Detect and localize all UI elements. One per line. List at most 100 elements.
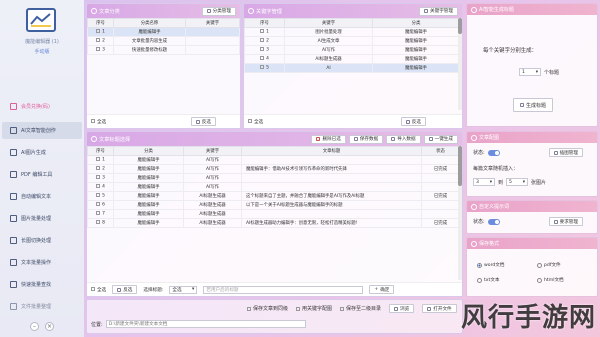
image-config-header: 文章配图 (467, 132, 597, 143)
long-image-icon (10, 237, 17, 244)
keyword-manage-button[interactable]: 关键字管理 (419, 6, 458, 16)
article-icon (10, 127, 17, 134)
table-row[interactable]: 4 AI标题生成器 魔能编辑手 (244, 54, 460, 64)
invert-icon (117, 287, 122, 292)
sidebar-item-ai-article[interactable]: AI文章智能创作 (2, 122, 82, 139)
table-row[interactable]: 3 AI写作 魔能编辑手 (244, 45, 460, 55)
image-to-select[interactable]: 5 ▾ (506, 178, 529, 186)
plus-icon: + (374, 287, 379, 292)
save-format-box: 保存格式 word文档 pdf文件 txt文本 html文档 (466, 237, 598, 297)
path-input[interactable]: D:\新建文件夹\新建文本文档 (105, 320, 306, 328)
title-filter-input[interactable]: 若用户后的标题 (203, 285, 364, 294)
generate-title-button[interactable]: 生成标题 (513, 98, 553, 112)
table-row[interactable]: 3 魔能编辑手 AI写作 (87, 173, 460, 183)
title-scrollbar[interactable] (458, 146, 462, 280)
open-icon (427, 306, 432, 311)
prompt-toggle[interactable] (487, 218, 500, 225)
prompt-icon (471, 203, 477, 210)
insert-label: 每篇文章随机插入： (473, 166, 519, 172)
path-label: 位置: (91, 321, 103, 328)
format-pdf-radio[interactable]: pdf文件 (537, 262, 597, 268)
pdf-icon (10, 171, 17, 178)
sidebar-item-long-image[interactable]: 长图切换处理 (2, 232, 82, 249)
table-row[interactable]: 5 魔能编辑手 AI标题生成器 这个标题来自了主题，并融合了魔能编辑手是AI写作及AI… (87, 191, 460, 201)
format-html-radio[interactable]: html文档 (537, 277, 597, 283)
sidebar-item-quick-find[interactable]: 快速批量查找 (2, 276, 82, 293)
save-format-header: 保存格式 (467, 238, 597, 249)
prompt-manage-button[interactable]: 要求管理 (548, 217, 583, 226)
save-data-button[interactable]: 保存数据 (348, 134, 384, 144)
import-data-button[interactable]: 导入数据 (386, 134, 421, 144)
table-row[interactable]: 2 AI生成文章 魔能编辑手 (244, 36, 460, 46)
folder-icon (394, 306, 399, 311)
app-window: 魔能编辑器 (1) 手动版 会员兑换(码) AI文章智能创作 AI图片生成 PD… (0, 0, 600, 337)
browse-button[interactable]: 浏览 (389, 304, 415, 313)
manage-icon (424, 9, 429, 13)
per-keyword-label: 每个关键字分别生成： (483, 48, 537, 54)
sidebar-item-image-batch[interactable]: 图片批量处理 (2, 210, 82, 227)
sidebar-item-member[interactable]: 会员兑换(码) (2, 98, 82, 115)
table-row[interactable]: 5 AI 魔能编辑手 (244, 63, 460, 73)
title-select-all[interactable]: 全选 (91, 287, 106, 293)
invert-icon (405, 119, 410, 124)
delete-selected-button[interactable]: 删除已选 (311, 134, 346, 144)
category-manage-button[interactable]: 分类管理 (201, 6, 236, 16)
image-manage-button[interactable]: 插图管理 (548, 148, 583, 157)
keyword-icon (248, 8, 254, 14)
image-icon (471, 134, 477, 141)
table-row[interactable]: 7 魔能编辑手 AI标题生成器 (87, 209, 460, 219)
confirm-button[interactable]: + 确定 (369, 285, 395, 294)
robot-icon (471, 6, 477, 13)
image-from-select[interactable]: 3 ▾ (473, 178, 495, 186)
table-row[interactable]: 6 魔能编辑手 AI标题生成器 以下是一个关于AI标题生成器与魔能编辑手的标题 (87, 200, 460, 210)
table-row[interactable]: 4 魔能编辑手 AI写作 (87, 182, 460, 192)
table-row[interactable]: 1 图片批量处理 魔能编辑手 (244, 27, 460, 37)
output-bar: 保存文章到同级 用关键字配图 保存至二级目录 浏览 打开文件 位置: D:\新建… (86, 299, 463, 334)
choose-title-select[interactable]: 全选 ▾ (169, 285, 198, 294)
category-panel: 文章分类 分类管理 序号 分类名称 关键字 1 魔能编辑手 2 文章批量内容生成 3… (86, 3, 241, 129)
sidebar: 魔能编辑器 (1) 手动版 会员兑换(码) AI文章智能创作 AI图片生成 PD… (0, 0, 84, 337)
keyword-invert-button[interactable]: 反选 (400, 117, 426, 126)
option-save-subdir[interactable]: 保存至二级目录 (340, 305, 381, 312)
folder-icon (10, 303, 17, 310)
sidebar-item-file-sort[interactable]: 文件批量整理 (2, 298, 82, 315)
title-count-select[interactable]: 1 ▾ (519, 68, 541, 76)
title-panel-header: 文章标题选择 删除已选 保存数据 导入数据 一键生成 (87, 132, 462, 146)
manage-icon (206, 9, 211, 13)
keyword-table: 序号 关键字 分类 1 图片批量处理 魔能编辑手 2 AI生成文章 魔能编辑手 3 AI写… (244, 18, 460, 73)
keyword-select-all[interactable]: 全选 (248, 119, 263, 125)
prompt-config-box: 自定义提示词 状态: 要求管理 (466, 200, 598, 234)
sidebar-item-auto-text[interactable]: 自动编辑文本 (2, 188, 82, 205)
table-row[interactable]: 2 文章批量内容生成 (87, 36, 240, 46)
table-row[interactable]: 8 魔能编辑手 AI标题生成器 AI标题生成器助力编辑手：创意无限，轻松打造精美标题!… (87, 218, 460, 228)
table-row[interactable]: 3 快速批量修改标题 (87, 45, 240, 55)
generate-all-button[interactable]: 一键生成 (423, 134, 458, 144)
import-icon (391, 137, 396, 141)
text-icon (10, 193, 17, 200)
table-row[interactable]: 1 魔能编辑手 AI写作 (87, 155, 460, 165)
keyword-footer: 全选 反选 (244, 114, 462, 128)
chevron-down-icon: ▾ (192, 287, 195, 292)
sidebar-item-ai-image[interactable]: AI图片生成 (2, 144, 82, 161)
option-save-same-level[interactable]: 保存文章到同级 (247, 305, 288, 312)
sidebar-footer: – × (0, 322, 84, 331)
category-invert-button[interactable]: 反选 (190, 117, 216, 126)
keyword-panel: 关键字管理 关键字管理 序号 关键字 分类 1 图片批量处理 魔能编辑手 2 AI生成… (243, 3, 463, 129)
sidebar-item-pdf[interactable]: PDF 编辑工具 (2, 166, 82, 183)
app-title: 魔能编辑器 (1) (25, 39, 59, 45)
format-word-radio[interactable]: word文档 (477, 262, 537, 268)
image-toggle[interactable] (487, 149, 500, 156)
invert-icon (195, 119, 200, 124)
sidebar-item-text-batch[interactable]: 文本批量操作 (2, 254, 82, 271)
table-row[interactable]: 1 魔能编辑手 (87, 27, 240, 37)
category-select-all[interactable]: 全选 (91, 119, 106, 125)
minimize-icon[interactable]: – (30, 322, 39, 331)
title-invert-button[interactable]: 反选 (112, 285, 138, 294)
table-row[interactable]: 2 魔能编辑手 AI写作 魔能编辑手：借助AI技术引领写作革命的新时代先锋 已完成 (87, 164, 460, 174)
option-keyword-image[interactable]: 用关键字配图 (296, 305, 332, 312)
format-txt-radio[interactable]: txt文本 (477, 277, 537, 283)
close-icon[interactable]: × (45, 322, 54, 331)
open-file-button[interactable]: 打开文件 (422, 304, 457, 313)
generate-icon (519, 103, 524, 107)
keyword-scrollbar[interactable] (458, 18, 462, 110)
